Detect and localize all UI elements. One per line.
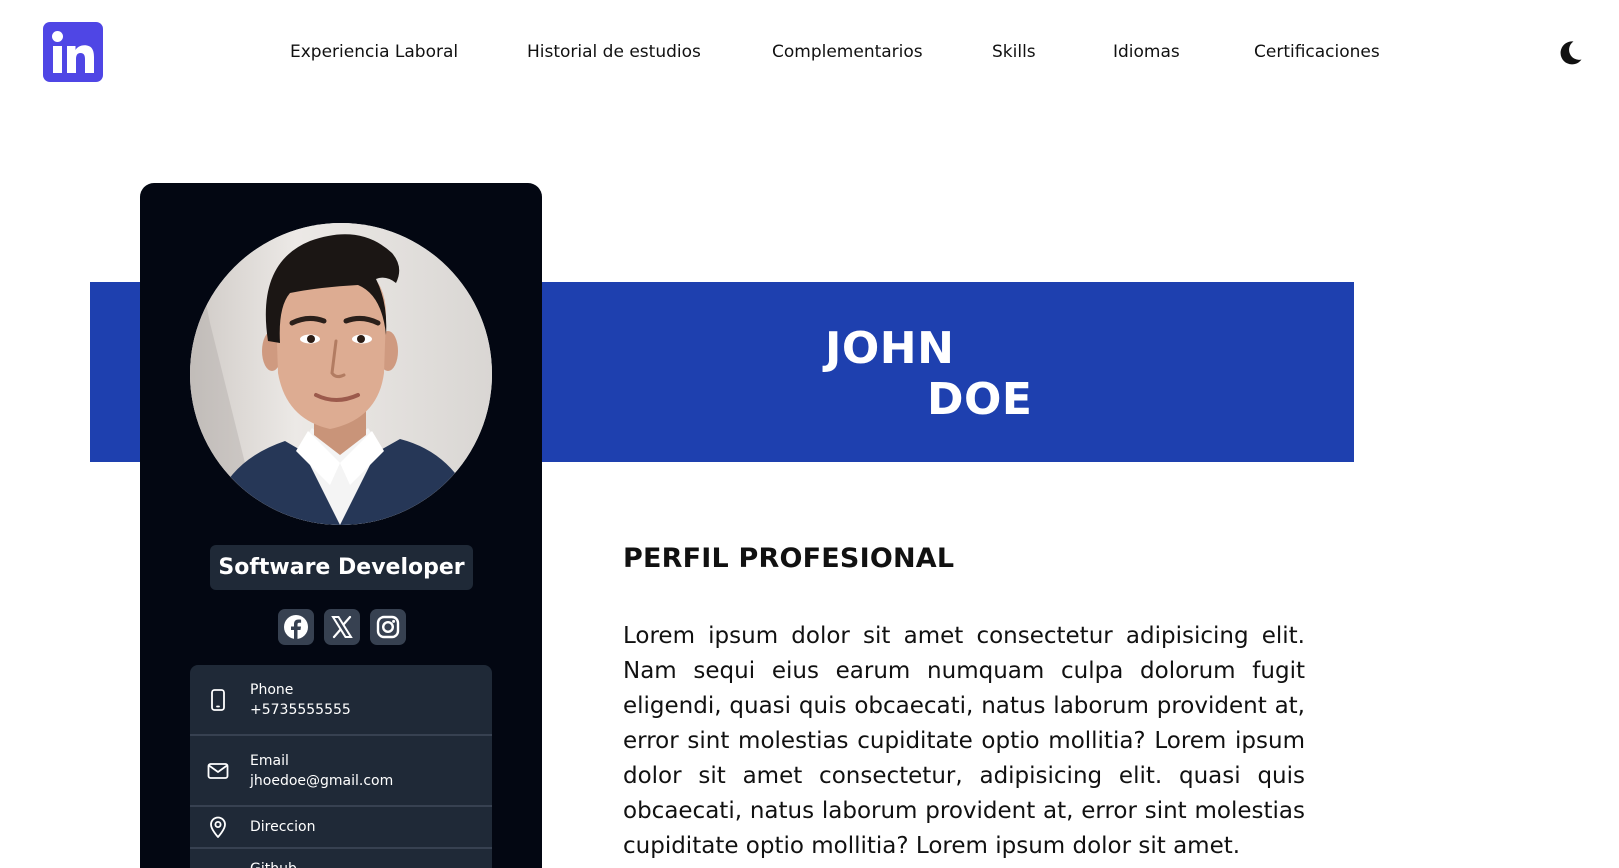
instagram-icon[interactable] xyxy=(370,609,406,645)
linkedin-icon[interactable] xyxy=(43,22,103,82)
contact-email-value: jhoedoe@gmail.com xyxy=(250,772,394,789)
moon-icon[interactable] xyxy=(1555,38,1585,68)
profile-section-title: PERFIL PROFESIONAL xyxy=(623,543,955,574)
nav-certificaciones[interactable]: Certificaciones xyxy=(1254,42,1380,62)
x-twitter-icon[interactable] xyxy=(324,609,360,645)
profile-section-body: Lorem ipsum dolor sit amet consectetur a… xyxy=(623,623,1305,859)
nav-skills[interactable]: Skills xyxy=(992,42,1036,62)
contact-email[interactable]: Email jhoedoe@gmail.com xyxy=(190,736,492,807)
avatar xyxy=(190,223,492,525)
contact-email-label: Email xyxy=(250,752,289,769)
contact-phone-label: Phone xyxy=(250,681,294,698)
role-badge: Software Developer xyxy=(210,545,473,590)
nav-experiencia-laboral[interactable]: Experiencia Laboral xyxy=(290,42,458,62)
last-name: DOE xyxy=(927,374,1033,425)
phone-icon xyxy=(206,688,230,712)
mail-icon xyxy=(206,759,230,783)
social-links xyxy=(278,609,406,645)
facebook-icon[interactable] xyxy=(278,609,314,645)
contact-direccion[interactable]: Direccion xyxy=(190,807,492,849)
nav-historial-de-estudios[interactable]: Historial de estudios xyxy=(527,42,701,62)
contact-github[interactable]: Github xyxy=(190,849,492,868)
contact-direccion-label: Direccion xyxy=(250,819,316,835)
contact-list: Phone +5735555555 Email jhoedoe@gmail.co… xyxy=(190,665,492,868)
contact-phone[interactable]: Phone +5735555555 xyxy=(190,665,492,736)
first-name: JOHN xyxy=(825,323,955,374)
profile-card: Software Developer Phone +5735555555 Ema… xyxy=(140,183,542,868)
contact-phone-value: +5735555555 xyxy=(250,701,351,718)
location-pin-icon xyxy=(206,815,230,839)
contact-github-label: Github xyxy=(250,859,297,868)
resume-page: Experiencia Laboral Historial de estudio… xyxy=(0,0,1619,868)
nav-idiomas[interactable]: Idiomas xyxy=(1113,42,1180,62)
nav-complementarios[interactable]: Complementarios xyxy=(772,42,923,62)
